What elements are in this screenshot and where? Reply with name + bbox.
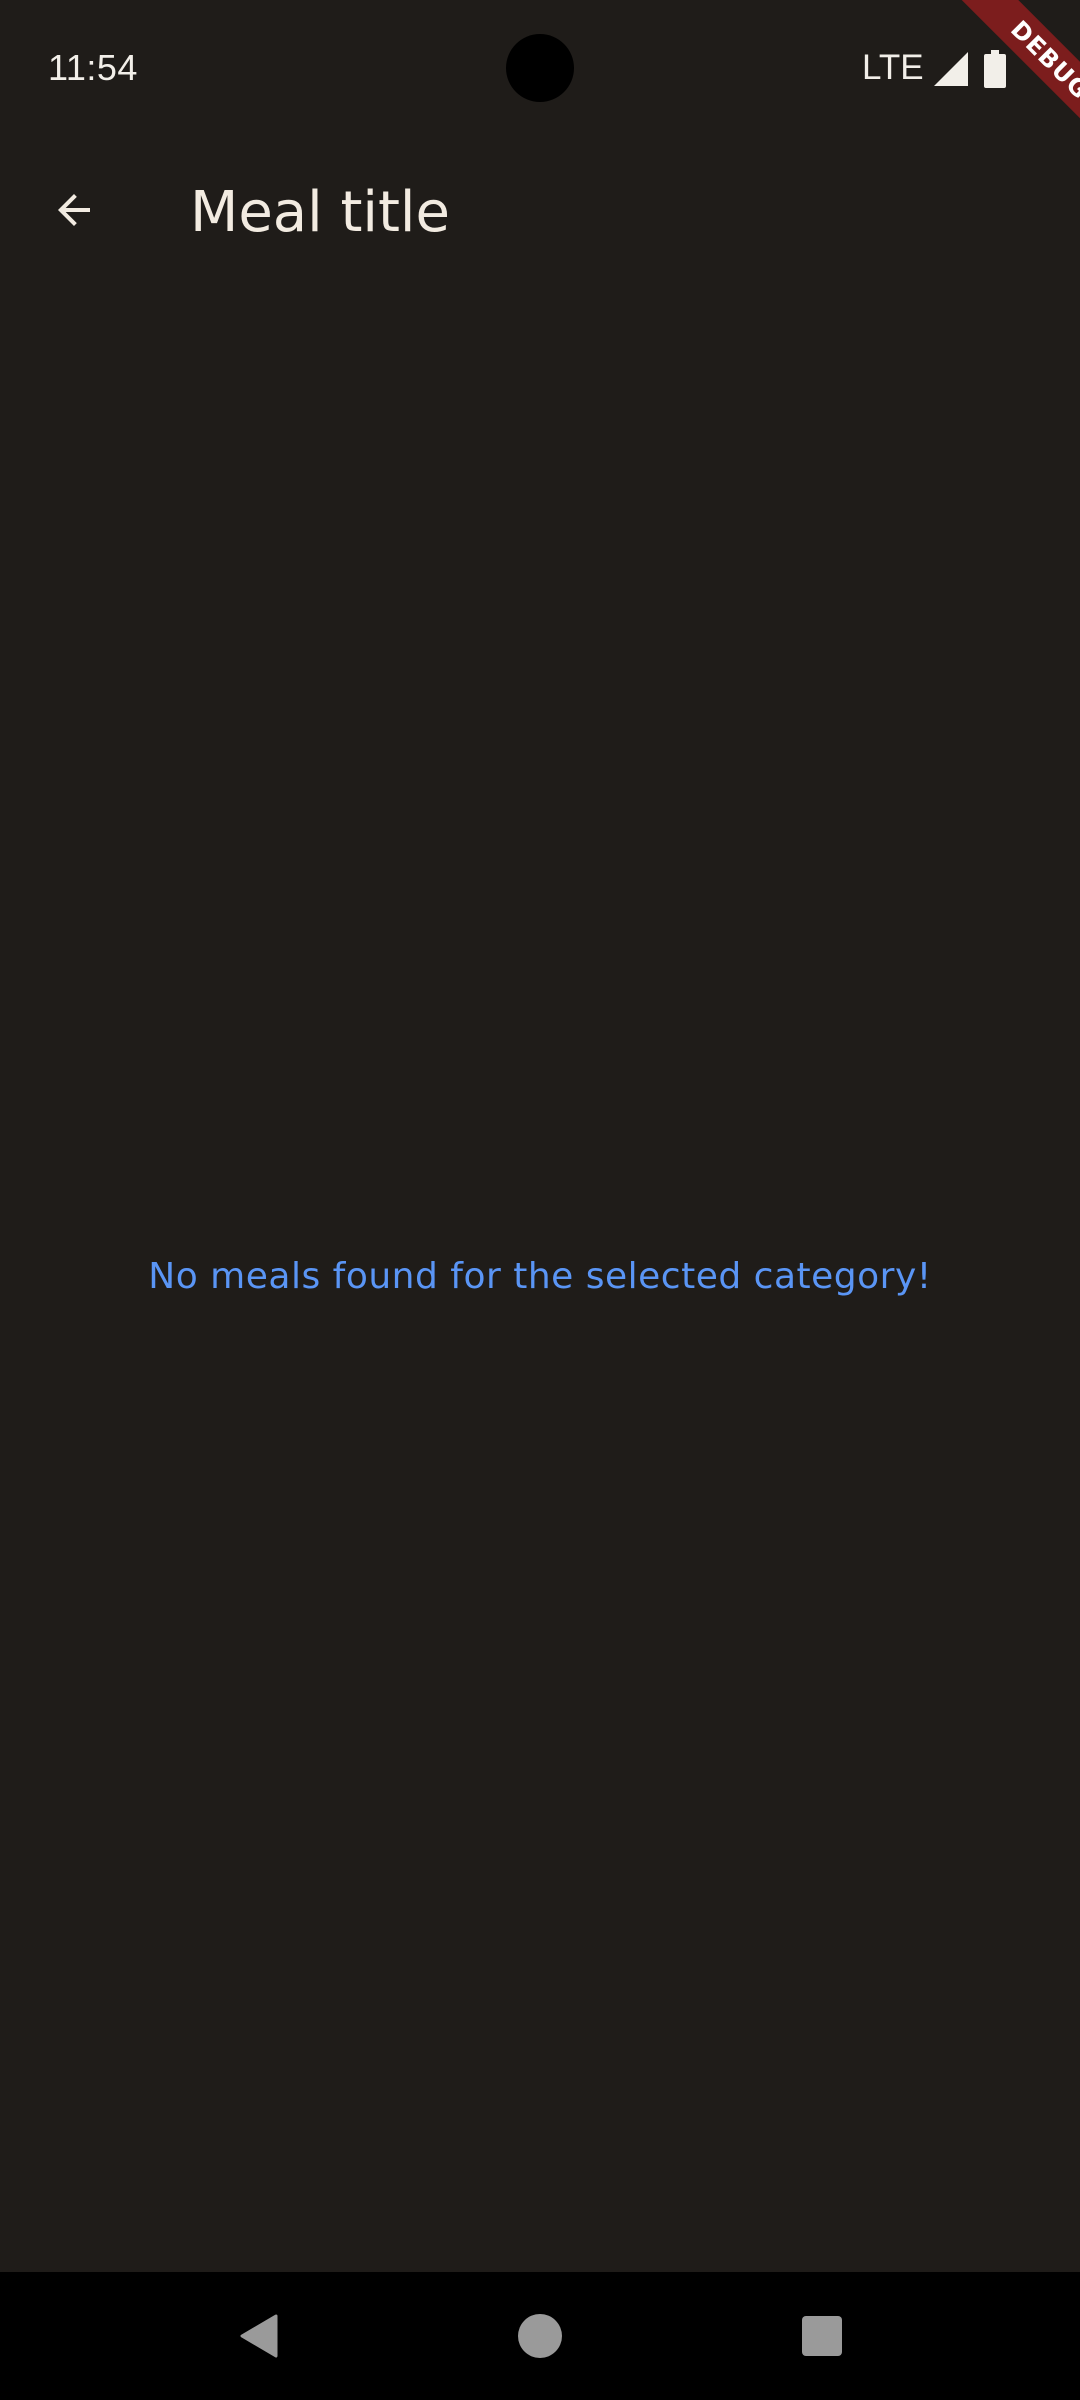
empty-state-message: No meals found for the selected category… <box>148 1256 932 1297</box>
page-title: Meal title <box>190 180 450 245</box>
back-button[interactable] <box>32 168 116 252</box>
system-nav-bar <box>0 2272 1080 2400</box>
nav-home-button[interactable] <box>500 2296 580 2376</box>
nav-home-icon <box>518 2314 562 2358</box>
camera-cutout <box>506 34 574 102</box>
nav-recents-icon <box>802 2316 842 2356</box>
status-bar: 11:54 LTE <box>0 0 1080 140</box>
nav-back-icon <box>240 2314 278 2358</box>
nav-recents-button[interactable] <box>782 2296 862 2376</box>
debug-banner: DEBUG <box>943 0 1080 160</box>
network-type: LTE <box>862 48 924 87</box>
nav-back-button[interactable] <box>218 2296 298 2376</box>
status-time: 11:54 <box>48 47 138 88</box>
arrow-back-icon <box>58 194 90 226</box>
app-screen: 11:54 LTE DEBUG Meal title No meals foun… <box>0 0 1080 2400</box>
debug-banner-wrap: DEBUG <box>920 0 1080 160</box>
app-bar: Meal title <box>0 140 1080 280</box>
